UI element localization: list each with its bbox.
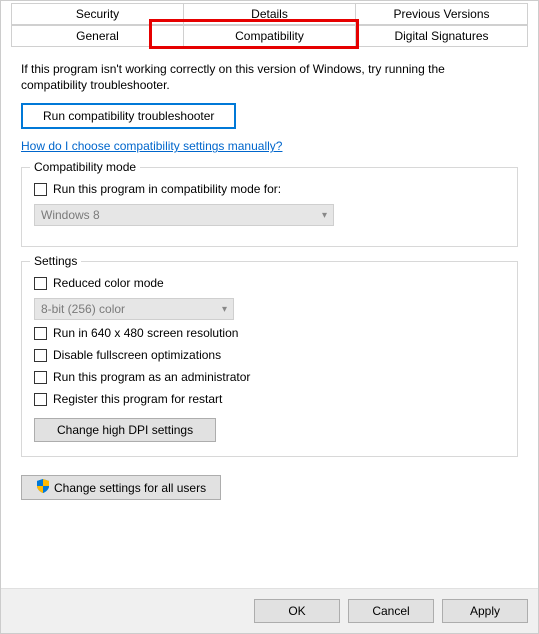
shield-icon xyxy=(36,479,50,496)
run-640-label: Run in 640 x 480 screen resolution xyxy=(53,326,238,340)
tab-compatibility[interactable]: Compatibility xyxy=(183,25,356,47)
run-troubleshooter-button[interactable]: Run compatibility troubleshooter xyxy=(21,103,236,129)
manual-settings-link[interactable]: How do I choose compatibility settings m… xyxy=(21,139,282,153)
chevron-down-icon: ▾ xyxy=(322,210,327,221)
intro-text: If this program isn't working correctly … xyxy=(21,61,461,93)
color-mode-selected: 8-bit (256) color xyxy=(41,302,125,316)
apply-button[interactable]: Apply xyxy=(442,599,528,623)
compat-mode-label: Run this program in compatibility mode f… xyxy=(53,182,281,196)
color-mode-select[interactable]: 8-bit (256) color ▾ xyxy=(34,298,234,320)
disable-fullscreen-label: Disable fullscreen optimizations xyxy=(53,348,221,362)
run-admin-label: Run this program as an administrator xyxy=(53,370,250,384)
compat-mode-select[interactable]: Windows 8 ▾ xyxy=(34,204,334,226)
tab-digital-signatures[interactable]: Digital Signatures xyxy=(355,25,528,47)
cancel-button[interactable]: Cancel xyxy=(348,599,434,623)
compat-mode-selected: Windows 8 xyxy=(41,208,100,222)
register-restart-label: Register this program for restart xyxy=(53,392,222,406)
compat-mode-checkbox[interactable] xyxy=(34,183,47,196)
change-dpi-button[interactable]: Change high DPI settings xyxy=(34,418,216,442)
reduced-color-label: Reduced color mode xyxy=(53,276,164,290)
tab-details[interactable]: Details xyxy=(183,3,356,25)
compatibility-mode-group: Compatibility mode Run this program in c… xyxy=(21,167,518,247)
settings-title: Settings xyxy=(30,254,81,268)
tab-security[interactable]: Security xyxy=(11,3,184,25)
tab-content: If this program isn't working correctly … xyxy=(1,46,538,560)
tab-strip: Security Details Previous Versions Gener… xyxy=(1,1,538,47)
run-640-checkbox[interactable] xyxy=(34,327,47,340)
tab-general[interactable]: General xyxy=(11,25,184,47)
change-all-users-button[interactable]: Change settings for all users xyxy=(21,475,221,500)
change-all-users-label: Change settings for all users xyxy=(54,481,206,495)
settings-group: Settings Reduced color mode 8-bit (256) … xyxy=(21,261,518,457)
reduced-color-checkbox[interactable] xyxy=(34,277,47,290)
properties-dialog: Security Details Previous Versions Gener… xyxy=(0,0,539,634)
chevron-down-icon: ▾ xyxy=(222,304,227,315)
run-admin-checkbox[interactable] xyxy=(34,371,47,384)
tab-previous-versions[interactable]: Previous Versions xyxy=(355,3,528,25)
disable-fullscreen-checkbox[interactable] xyxy=(34,349,47,362)
register-restart-checkbox[interactable] xyxy=(34,393,47,406)
ok-button[interactable]: OK xyxy=(254,599,340,623)
dialog-footer: OK Cancel Apply xyxy=(1,588,538,633)
compatibility-mode-title: Compatibility mode xyxy=(30,160,140,174)
